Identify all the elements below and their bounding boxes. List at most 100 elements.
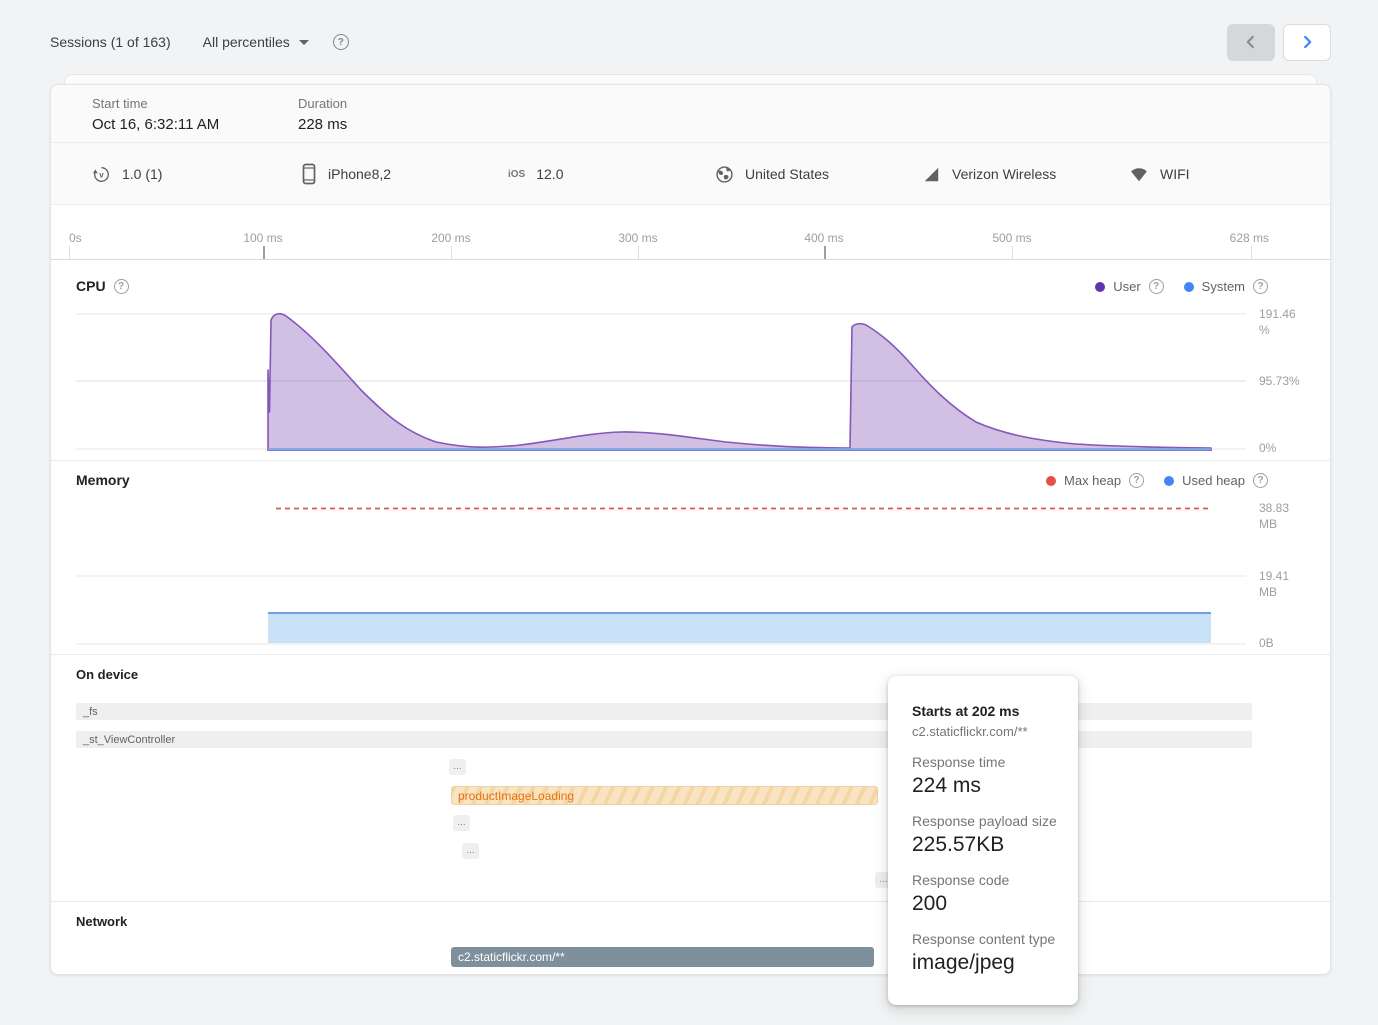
carrier-item: Verizon Wireless xyxy=(922,143,1056,205)
duration-label: Duration xyxy=(298,96,347,111)
timeline-tick-label: 0s xyxy=(69,231,82,245)
product-image-loading-label: productImageLoading xyxy=(458,789,574,803)
cpu-legend: User ? System ? xyxy=(1085,279,1268,294)
payload-size-value: 225.57KB xyxy=(912,833,1062,857)
system-legend-dot-icon xyxy=(1184,282,1194,292)
cpu-title-text: CPU xyxy=(76,278,106,294)
cpu-axis-max: 191.46 % xyxy=(1259,307,1309,338)
timeline-tick-label: 400 ms xyxy=(804,231,843,245)
timeline-tick xyxy=(824,246,826,259)
used-heap-legend-dot-icon xyxy=(1164,476,1174,486)
section-divider xyxy=(51,901,1330,902)
used-heap-help-icon[interactable]: ? xyxy=(1253,473,1268,488)
trace-bar-product-image-loading[interactable]: productImageLoading xyxy=(451,786,878,805)
collapsed-traces-chip[interactable]: ... xyxy=(462,843,479,859)
chevron-right-icon xyxy=(1296,31,1318,53)
response-code-value: 200 xyxy=(912,892,1062,916)
radio-value: WIFI xyxy=(1160,166,1190,182)
user-legend-label: User xyxy=(1113,279,1140,294)
memory-legend-usedheap: Used heap ? xyxy=(1164,473,1268,488)
memory-section-title: Memory xyxy=(76,472,130,488)
timeline-tick-label: 200 ms xyxy=(431,231,470,245)
chevron-left-icon xyxy=(1240,31,1262,53)
session-toolbar: Sessions (1 of 163) All percentiles ? xyxy=(50,22,1331,62)
cpu-legend-user: User ? xyxy=(1095,279,1163,294)
smartphone-icon xyxy=(301,163,317,185)
user-legend-dot-icon xyxy=(1095,282,1105,292)
collapsed-traces-chip[interactable]: ... xyxy=(453,815,470,831)
max-heap-legend-label: Max heap xyxy=(1064,473,1121,488)
os-version-value: 12.0 xyxy=(536,166,563,182)
tooltip-content-type: Response content type image/jpeg xyxy=(912,931,1062,975)
session-pagination xyxy=(1227,24,1331,61)
next-session-button[interactable] xyxy=(1283,24,1331,61)
on-device-title-text: On device xyxy=(76,667,138,682)
memory-legend: Max heap ? Used heap ? xyxy=(1036,473,1268,488)
country-value: United States xyxy=(745,166,829,182)
chevron-down-icon xyxy=(299,40,309,45)
percentile-dropdown-value: All percentiles xyxy=(203,34,290,50)
device-model-item: iPhone8,2 xyxy=(301,143,391,205)
memory-axis-zero: 0B xyxy=(1259,636,1309,652)
radio-item: WIFI xyxy=(1129,143,1190,205)
cpu-user-area xyxy=(268,314,1211,451)
cpu-axis-mid: 95.73% xyxy=(1259,374,1309,390)
network-request-tooltip: Starts at 202 ms c2.staticflickr.com/** … xyxy=(888,676,1078,1005)
carrier-value: Verizon Wireless xyxy=(952,166,1056,182)
duration-value: 228 ms xyxy=(298,116,347,133)
on-device-section-title: On device xyxy=(76,667,138,682)
cpu-axis-zero: 0% xyxy=(1259,441,1309,457)
cpu-help-icon[interactable]: ? xyxy=(114,279,129,294)
svg-text:v: v xyxy=(99,170,104,179)
start-time-field: Start time Oct 16, 6:32:11 AM xyxy=(92,96,219,133)
network-section-title: Network xyxy=(76,914,127,929)
response-time-value: 224 ms xyxy=(912,774,1062,798)
signal-icon xyxy=(922,165,941,184)
device-model-value: iPhone8,2 xyxy=(328,166,391,182)
max-heap-legend-dot-icon xyxy=(1046,476,1056,486)
help-icon[interactable]: ? xyxy=(333,34,349,50)
app-version-item: v 1.0 (1) xyxy=(92,143,162,205)
cpu-legend-system: System ? xyxy=(1184,279,1268,294)
ios-icon: iOS xyxy=(508,169,525,180)
timeline-tick-label: 500 ms xyxy=(992,231,1031,245)
percentile-dropdown[interactable]: All percentiles xyxy=(203,34,309,50)
timeline-tick-label: 628 ms xyxy=(1230,231,1269,245)
previous-session-button[interactable] xyxy=(1227,24,1275,61)
cpu-chart[interactable] xyxy=(76,312,1246,451)
collapsed-traces-chip[interactable]: ... xyxy=(449,759,466,775)
payload-size-label: Response payload size xyxy=(912,813,1062,829)
device-attributes-row: v 1.0 (1) iPhone8,2 iOS 12.0 United Stat… xyxy=(51,143,1330,205)
memory-axis-mid: 19.41 MB xyxy=(1259,569,1309,600)
network-request-bar[interactable]: c2.staticflickr.com/** xyxy=(451,947,874,967)
start-time-value: Oct 16, 6:32:11 AM xyxy=(92,116,219,133)
system-legend-label: System xyxy=(1202,279,1245,294)
tooltip-response-time: Response time 224 ms xyxy=(912,754,1062,798)
app-version-icon: v xyxy=(92,165,111,184)
system-help-icon[interactable]: ? xyxy=(1253,279,1268,294)
memory-chart[interactable] xyxy=(76,506,1246,646)
timeline-tick xyxy=(451,246,452,259)
timeline-tick xyxy=(638,246,639,259)
sessions-count-label: Sessions (1 of 163) xyxy=(50,34,171,50)
start-time-label: Start time xyxy=(92,96,219,111)
app-version-value: 1.0 (1) xyxy=(122,166,162,182)
max-heap-help-icon[interactable]: ? xyxy=(1129,473,1144,488)
timeline-ruler[interactable]: 0s 100 ms 200 ms 300 ms 400 ms 500 ms 62… xyxy=(51,205,1330,260)
country-item: United States xyxy=(715,143,829,205)
globe-icon xyxy=(715,165,734,184)
timeline-tick-label: 100 ms xyxy=(243,231,282,245)
content-type-value: image/jpeg xyxy=(912,951,1062,975)
memory-legend-maxheap: Max heap ? xyxy=(1046,473,1144,488)
section-divider xyxy=(51,460,1330,461)
cpu-section-title: CPU ? xyxy=(76,278,129,294)
user-help-icon[interactable]: ? xyxy=(1149,279,1164,294)
timeline-tick xyxy=(263,246,265,259)
content-type-label: Response content type xyxy=(912,931,1062,947)
memory-axis-max: 38.83 MB xyxy=(1259,501,1309,532)
wifi-icon xyxy=(1129,165,1149,184)
session-summary-header: Start time Oct 16, 6:32:11 AM Duration 2… xyxy=(51,85,1330,143)
session-detail-card: Start time Oct 16, 6:32:11 AM Duration 2… xyxy=(50,84,1331,975)
trace-fs-label: _fs xyxy=(83,706,98,718)
tooltip-url: c2.staticflickr.com/** xyxy=(912,724,1062,739)
